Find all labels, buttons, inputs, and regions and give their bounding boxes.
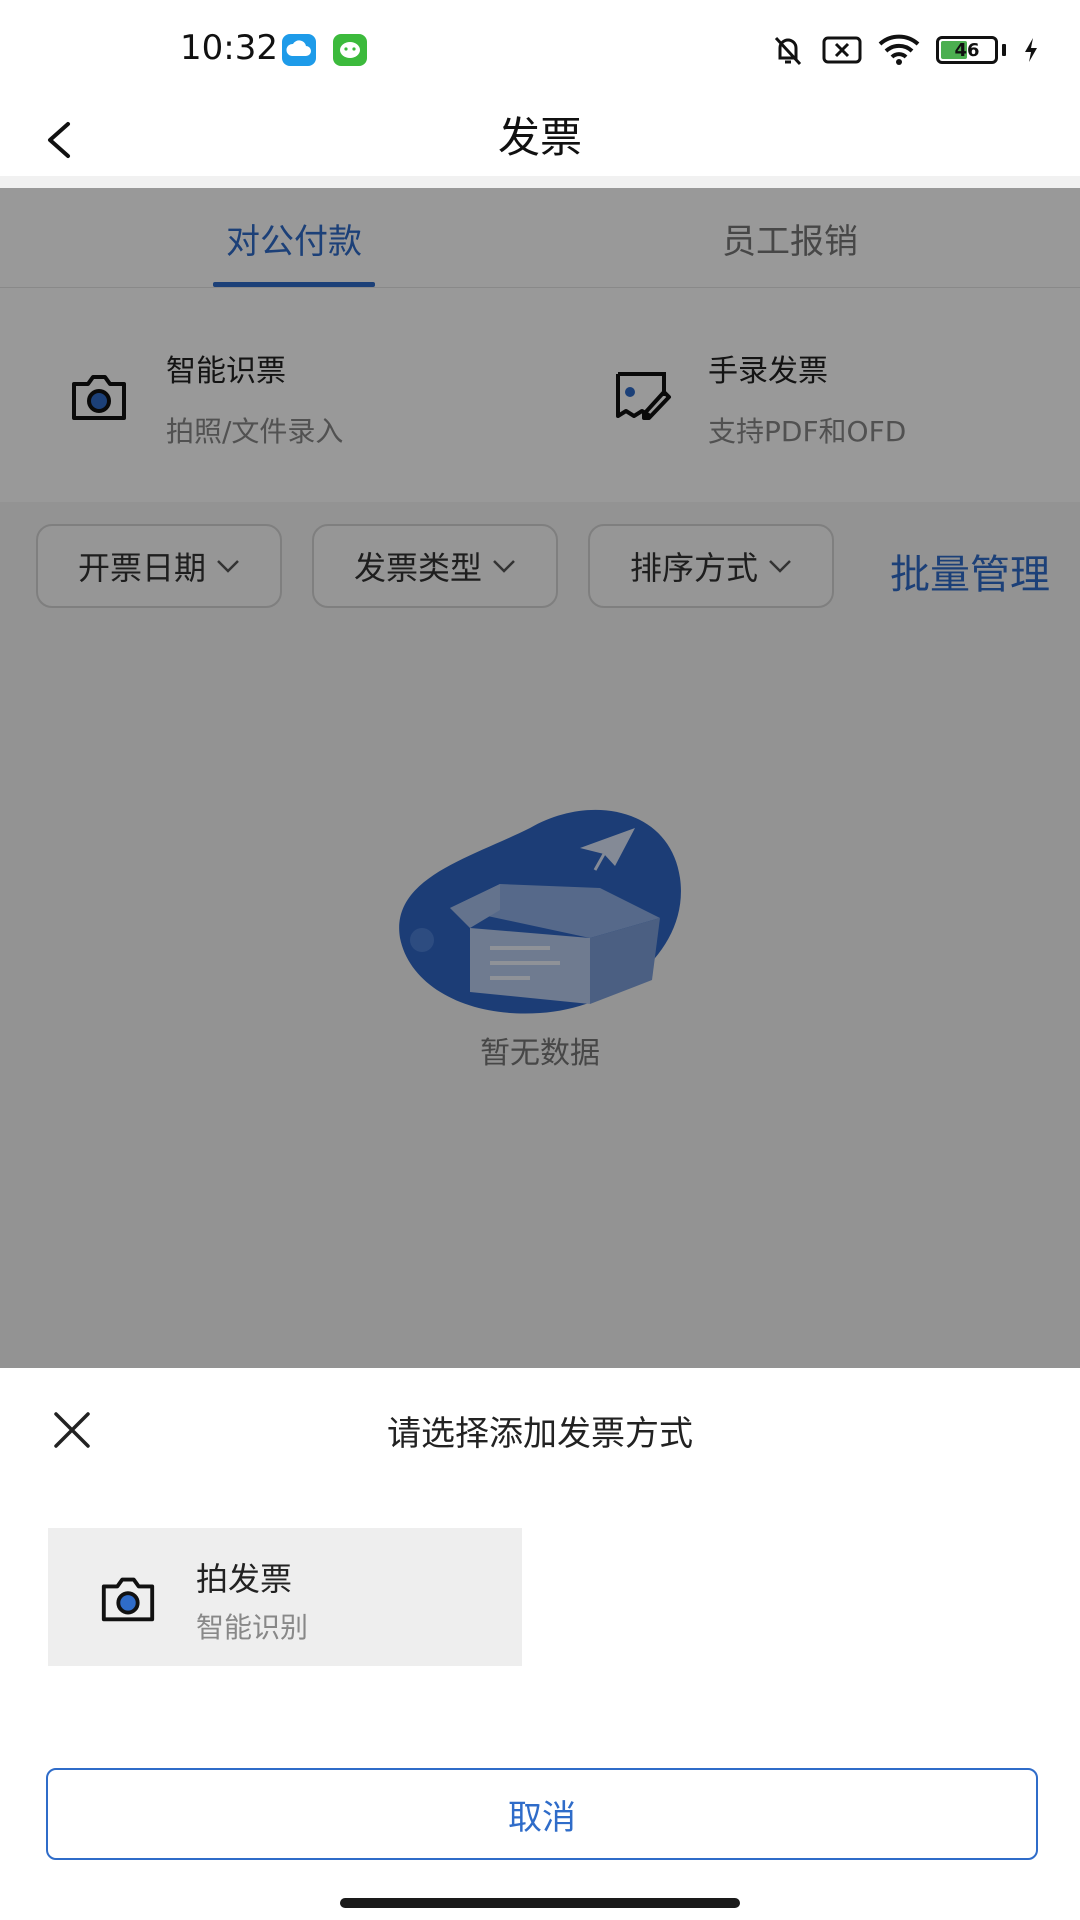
sheet-title: 请选择添加发票方式 bbox=[387, 1414, 693, 1454]
charging-icon bbox=[1025, 38, 1037, 62]
header-divider bbox=[0, 176, 1080, 188]
mute-bell-icon bbox=[774, 36, 802, 66]
back-chevron-icon[interactable] bbox=[40, 118, 80, 162]
status-icons: 46 bbox=[770, 30, 1040, 70]
app-header: 发票 bbox=[0, 100, 1080, 180]
status-bar: 10:32 46 bbox=[0, 0, 1080, 100]
wifi-icon bbox=[878, 34, 920, 65]
battery-level: 46 bbox=[954, 39, 980, 61]
option-subtitle: 智能识别 bbox=[196, 1611, 309, 1644]
photo-invoice-option[interactable]: 拍发票 智能识别 bbox=[48, 1528, 522, 1666]
wechat-app-icon bbox=[333, 34, 367, 66]
cancel-button[interactable]: 取消 bbox=[46, 1768, 1038, 1860]
sim-off-icon bbox=[822, 36, 862, 64]
battery-icon: 46 bbox=[936, 36, 998, 64]
modal-overlay[interactable] bbox=[0, 188, 1080, 1368]
camera-icon bbox=[101, 1577, 155, 1622]
option-title: 拍发票 bbox=[196, 1560, 293, 1598]
add-invoice-sheet: 请选择添加发票方式 拍发票 智能识别 取消 bbox=[0, 1368, 1080, 1920]
screen: 10:32 46 发票 对公付款 员工报销 智能识票 拍照/文件录入 手录发票 … bbox=[0, 0, 1080, 1920]
status-time: 10:32 bbox=[180, 28, 278, 68]
home-indicator[interactable] bbox=[340, 1898, 740, 1908]
cloud-app-icon bbox=[282, 34, 316, 66]
battery-cap bbox=[1002, 44, 1006, 56]
page-title: 发票 bbox=[497, 113, 582, 162]
